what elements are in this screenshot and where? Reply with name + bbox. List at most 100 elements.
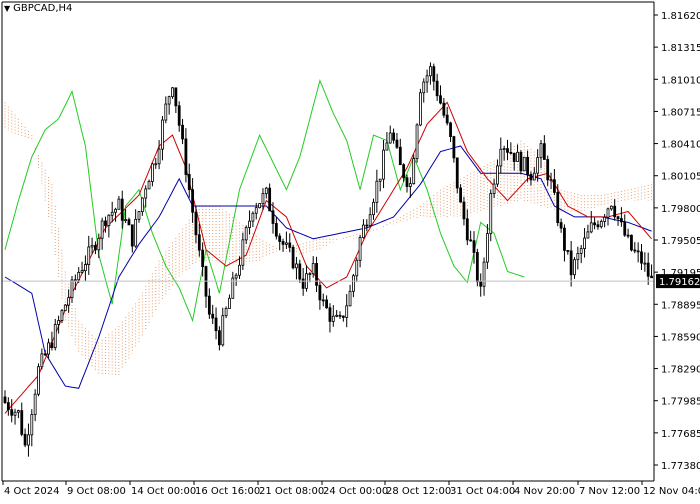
candle-body	[241, 239, 245, 266]
candle-body	[579, 248, 583, 254]
candle-body	[509, 151, 513, 154]
candle-body	[392, 132, 396, 141]
candle-body	[194, 211, 198, 236]
candle-body	[640, 251, 643, 264]
plot-background	[0, 0, 700, 500]
candle-body	[623, 221, 627, 236]
candle-body	[6, 402, 10, 411]
candle-body	[382, 149, 385, 180]
candle-body	[130, 224, 134, 247]
candle-body	[556, 192, 560, 224]
candle-body	[248, 220, 251, 228]
candle-body	[375, 180, 379, 203]
y-tick-label: 1.80105	[661, 172, 700, 183]
y-tick-label: 1.81620	[661, 11, 700, 22]
candle-body	[251, 212, 255, 222]
y-tick-label: 1.81010	[661, 75, 700, 86]
candle-body	[144, 188, 148, 199]
candle-body	[620, 218, 623, 223]
candle-body	[217, 330, 221, 346]
x-tick-label: 9 Oct 08:00	[67, 486, 126, 497]
candle-body	[43, 353, 47, 356]
candle-body	[211, 313, 215, 319]
candle-body	[425, 75, 429, 83]
candle-body	[529, 174, 533, 181]
candle-body	[117, 198, 121, 210]
candle-body	[244, 227, 248, 241]
candle-body	[338, 314, 342, 317]
candle-body	[321, 299, 325, 302]
candle-body	[268, 187, 272, 212]
candle-body	[492, 183, 496, 194]
candle-body	[475, 252, 479, 283]
candle-body	[348, 290, 352, 307]
candle-body	[586, 231, 590, 239]
candle-body	[378, 178, 382, 182]
candle-body	[516, 151, 519, 162]
candle-body	[301, 278, 305, 289]
y-tick-label: 1.79800	[661, 204, 700, 215]
candle-body	[469, 239, 473, 242]
candle-body	[351, 275, 355, 292]
candle-body	[633, 249, 637, 252]
candle-body	[496, 165, 499, 185]
candle-body	[207, 295, 211, 315]
candle-body	[472, 240, 476, 253]
symbol-title: ▼ GBPCAD,H4	[4, 3, 72, 14]
candle-body	[271, 210, 275, 224]
candle	[291, 244, 295, 270]
candle-body	[643, 262, 647, 265]
candle-body	[10, 409, 14, 416]
candle-body	[154, 163, 158, 166]
candle-body	[402, 164, 406, 179]
candle-body	[140, 197, 144, 212]
candle-body	[47, 342, 50, 355]
candle-body	[67, 297, 71, 306]
candle-body	[291, 246, 295, 269]
candle-body	[362, 224, 365, 238]
y-tick-label: 1.77685	[661, 429, 700, 440]
candle-body	[23, 433, 27, 446]
candle-body	[455, 157, 459, 189]
y-tick-label: 1.77985	[661, 397, 700, 408]
candle-body	[177, 105, 181, 126]
candle-body	[328, 307, 332, 322]
candle-body	[278, 235, 282, 242]
candle-body	[127, 219, 131, 226]
candle-body	[626, 234, 630, 237]
candle-body	[569, 250, 573, 276]
candle-body	[452, 136, 456, 159]
candle-body	[281, 241, 285, 245]
candle-body	[489, 193, 493, 235]
candle-body	[398, 146, 402, 166]
x-tick-label: 7 Nov 12:00	[579, 486, 640, 497]
candle-body	[512, 152, 516, 162]
candle	[37, 363, 40, 397]
candle-body	[161, 119, 164, 150]
candle-body	[295, 263, 298, 269]
candle-body	[576, 253, 580, 261]
candle-body	[526, 156, 529, 175]
candle-body	[50, 342, 54, 348]
candle-body	[566, 250, 570, 252]
candle-body	[593, 222, 596, 226]
candle-body	[539, 143, 543, 159]
y-tick-label: 1.80715	[661, 107, 700, 118]
candle-body	[415, 124, 419, 160]
candle-body	[439, 95, 442, 104]
x-tick-label: 4 Oct 2024	[4, 486, 59, 497]
candle-body	[181, 124, 184, 140]
candle-body	[341, 315, 345, 318]
candle	[522, 156, 526, 172]
candle-body	[318, 284, 322, 301]
candle-body	[147, 181, 151, 190]
candle-body	[606, 208, 610, 218]
candle-body	[599, 221, 603, 228]
candle-body	[94, 244, 97, 251]
symbol-title-text: GBPCAD,H4	[13, 3, 73, 14]
candle-body	[167, 96, 171, 105]
candle	[489, 189, 493, 242]
candle-body	[412, 158, 416, 185]
candle-body	[234, 274, 238, 279]
candle-body	[616, 216, 620, 219]
